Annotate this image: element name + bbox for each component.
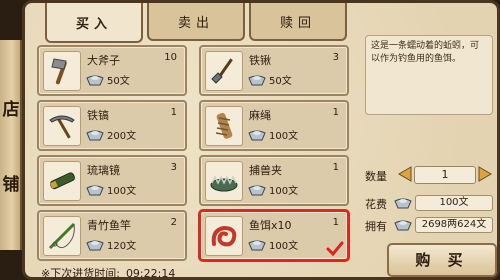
item-name: 麻绳 bbox=[249, 109, 271, 122]
silver-ingot-icon bbox=[86, 130, 104, 140]
tab-redeem[interactable]: 赎回 bbox=[249, 3, 347, 41]
tab-bar: 买入 卖出 赎回 bbox=[45, 3, 347, 43]
silver-ingot-icon bbox=[86, 75, 104, 85]
silver-ingot-icon bbox=[394, 198, 412, 209]
item-count: 3 bbox=[332, 52, 339, 63]
item-name: 青竹鱼竿 bbox=[87, 219, 131, 232]
increase-quantity-arrow-icon[interactable] bbox=[477, 165, 493, 183]
item-rope[interactable]: 麻绳 1 100文 bbox=[199, 100, 349, 151]
item-fishing-rod[interactable]: 青竹鱼竿 2 120文 bbox=[37, 210, 187, 261]
item-count: 3 bbox=[170, 162, 177, 173]
owned-label: 拥有 bbox=[365, 220, 387, 233]
item-name: 琉璃镜 bbox=[87, 164, 120, 177]
silver-ingot-icon bbox=[86, 240, 104, 250]
banner-char-2: 铺 bbox=[2, 175, 20, 195]
item-axe[interactable]: 大斧子 10 50文 bbox=[37, 45, 187, 96]
shop-banner: 店 铺 bbox=[0, 40, 22, 250]
item-name: 铁镐 bbox=[87, 109, 109, 122]
item-price: 120文 bbox=[85, 237, 136, 252]
decrease-quantity-arrow-icon[interactable] bbox=[397, 165, 413, 183]
silver-ingot-icon bbox=[394, 220, 412, 231]
trap-icon bbox=[205, 161, 243, 201]
item-price: 50文 bbox=[247, 72, 292, 87]
item-count: 2 bbox=[170, 217, 177, 228]
checkmark-icon bbox=[326, 241, 344, 257]
spyglass-icon bbox=[43, 161, 81, 201]
tab-buy[interactable]: 买入 bbox=[45, 3, 143, 43]
silver-ingot-icon bbox=[86, 185, 104, 195]
rope-icon bbox=[205, 106, 243, 146]
item-price: 200文 bbox=[85, 127, 136, 142]
item-pickaxe[interactable]: 铁镐 1 200文 bbox=[37, 100, 187, 151]
axe-icon bbox=[43, 51, 81, 91]
item-count: 10 bbox=[164, 52, 177, 63]
item-count: 1 bbox=[332, 217, 339, 228]
cost-label: 花费 bbox=[365, 198, 387, 211]
quantity-input[interactable]: 1 bbox=[414, 166, 476, 184]
banner-char-1: 店 bbox=[2, 100, 20, 120]
item-description: 这是一条蠕动着的蚯蚓，可以作为钓鱼用的鱼饵。 bbox=[365, 35, 493, 115]
silver-ingot-icon bbox=[248, 185, 266, 195]
shovel-icon bbox=[205, 51, 243, 91]
fishing-rod-icon bbox=[43, 216, 81, 256]
item-spyglass[interactable]: 琉璃镜 3 100文 bbox=[37, 155, 187, 206]
cost-value: 100文 bbox=[415, 195, 493, 211]
item-name: 铁锹 bbox=[249, 54, 271, 67]
item-list: 大斧子 10 50文 铁锹 3 50文 铁镐 1 200文 麻绳 1 100文 … bbox=[37, 45, 359, 265]
buy-button[interactable]: 购 买 bbox=[387, 243, 497, 277]
item-shovel[interactable]: 铁锹 3 50文 bbox=[199, 45, 349, 96]
item-name: 捕兽夹 bbox=[249, 164, 282, 177]
tab-sell[interactable]: 卖出 bbox=[147, 3, 245, 41]
item-bait-selected[interactable]: 鱼饵x10 1 100文 bbox=[199, 210, 349, 261]
pickaxe-icon bbox=[43, 106, 81, 146]
item-price: 100文 bbox=[85, 182, 136, 197]
item-price: 100文 bbox=[247, 237, 298, 252]
worm-bait-icon bbox=[205, 216, 243, 256]
silver-ingot-icon bbox=[248, 240, 266, 250]
item-price: 100文 bbox=[247, 182, 298, 197]
owned-value: 2698两624文 bbox=[415, 217, 493, 233]
restock-timer: ※下次进货时间: 09:22:14 bbox=[41, 265, 175, 280]
item-count: 1 bbox=[332, 107, 339, 118]
restock-label: ※下次进货时间: bbox=[41, 267, 120, 280]
silver-ingot-icon bbox=[248, 75, 266, 85]
restock-time: 09:22:14 bbox=[125, 267, 176, 280]
item-name: 大斧子 bbox=[87, 54, 120, 67]
silver-ingot-icon bbox=[248, 130, 266, 140]
item-price: 100文 bbox=[247, 127, 298, 142]
quantity-label: 数量 bbox=[365, 170, 387, 183]
item-count: 1 bbox=[332, 162, 339, 173]
item-count: 1 bbox=[170, 107, 177, 118]
item-name: 鱼饵x10 bbox=[249, 219, 292, 232]
item-trap[interactable]: 捕兽夹 1 100文 bbox=[199, 155, 349, 206]
shop-window: 买入 卖出 赎回 大斧子 10 50文 铁锹 3 50文 铁镐 1 200文 麻… bbox=[22, 0, 500, 280]
item-price: 50文 bbox=[85, 72, 130, 87]
